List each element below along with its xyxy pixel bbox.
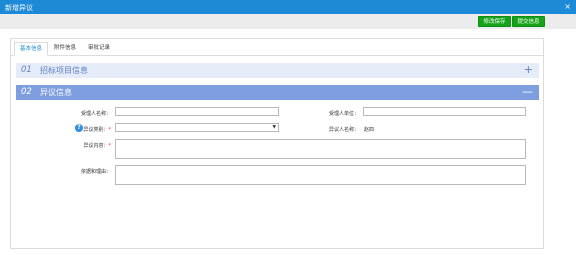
window-title: 新增异议 [5, 4, 33, 12]
section-objection-info[interactable]: 02 异议信息 — [16, 85, 539, 100]
toolbar: 修改保存 提交信息 [0, 14, 576, 29]
objector-name-value: 赵四 [364, 127, 375, 133]
required-mark: * [108, 127, 112, 133]
tab-basic-info[interactable]: 基本信息 [14, 42, 48, 56]
objection-content-label: 异议内容：* [83, 143, 112, 149]
collapse-icon[interactable]: — [522, 85, 533, 99]
submit-button[interactable]: 提交信息 [512, 16, 545, 27]
basis-reason-textarea[interactable] [115, 165, 526, 185]
section-number: 01 [21, 65, 32, 75]
tab-attachments[interactable]: 附件信息 [50, 42, 80, 56]
receiver-unit-input[interactable] [363, 107, 526, 116]
objector-name-label: 异议人名称： [328, 127, 359, 133]
required-mark: * [108, 143, 112, 149]
section-title: 招标项目信息 [40, 66, 88, 75]
objection-type-label: 异议类别：* [83, 127, 112, 133]
objection-content-textarea[interactable] [115, 139, 526, 159]
receiver-unit-label: 受理人单位： [328, 111, 359, 117]
expand-icon[interactable]: + [524, 63, 533, 77]
section-title: 异议信息 [40, 88, 72, 97]
edit-save-button[interactable]: 修改保存 [478, 16, 511, 27]
close-icon[interactable]: × [564, 2, 571, 11]
tab-approval-records[interactable]: 审批记录 [84, 42, 114, 56]
section-project-info[interactable]: 01 招标项目信息 + [16, 63, 539, 78]
section-number: 02 [21, 87, 32, 97]
objection-type-select[interactable]: ▼ [115, 123, 279, 132]
tab-bar: 基本信息 附件信息 审批记录 [11, 39, 543, 56]
receiver-name-label: 受理人名称： [80, 111, 111, 117]
basis-reason-label: 依据和理由： [80, 169, 111, 175]
window-titlebar: 新增异议 × [0, 0, 576, 14]
receiver-name-input[interactable] [115, 107, 279, 116]
chevron-down-icon: ▼ [272, 125, 276, 130]
form-panel: 基本信息 附件信息 审批记录 01 招标项目信息 + 02 异议信息 — 受理人… [10, 38, 544, 249]
